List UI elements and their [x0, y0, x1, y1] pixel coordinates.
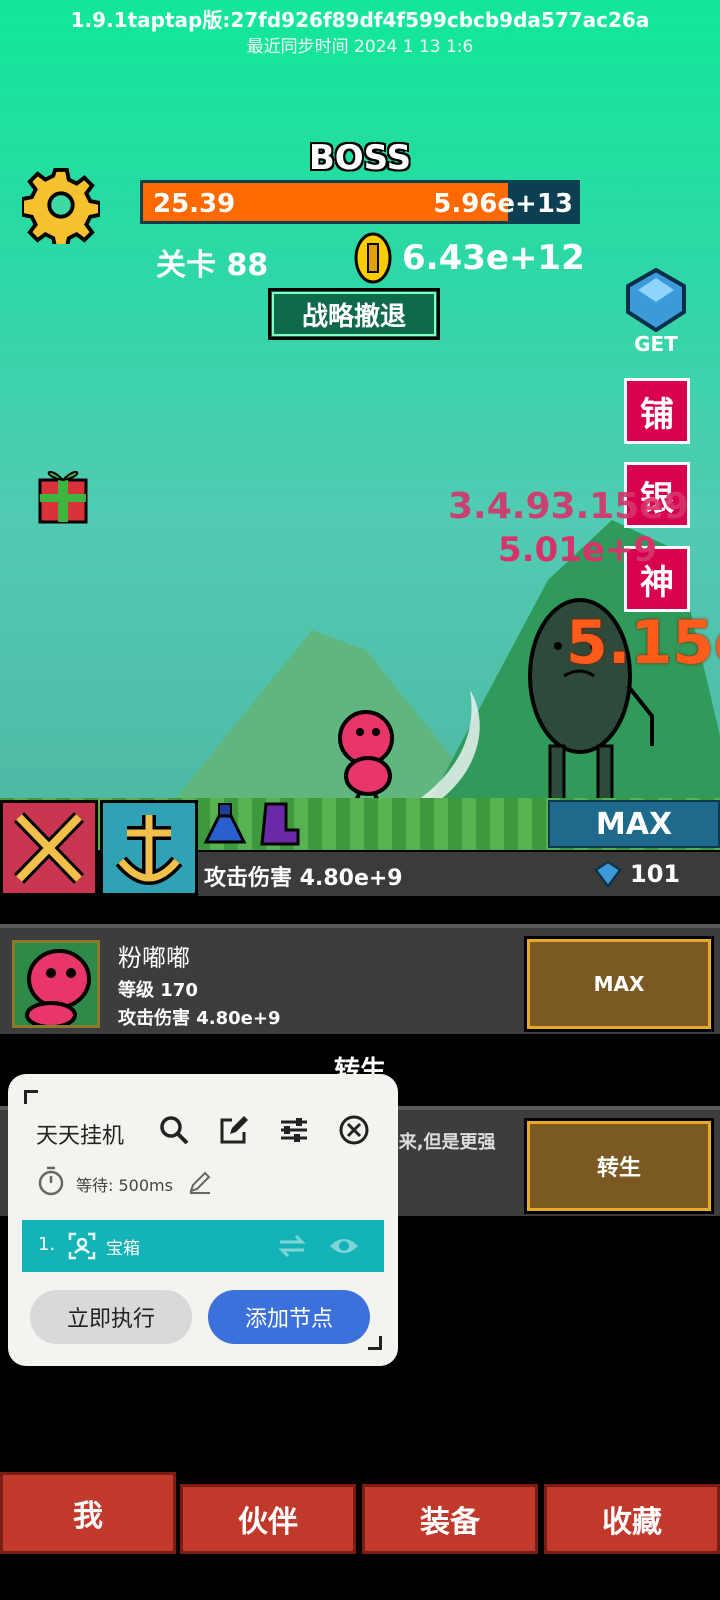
run-now-button[interactable]: 立即执行: [30, 1290, 192, 1344]
node-list-item[interactable]: 1. 宝箱: [22, 1220, 384, 1272]
eye-icon[interactable]: [328, 1232, 360, 1260]
node-index: 1.: [38, 1234, 56, 1255]
tab-equipment[interactable]: 装备: [362, 1484, 538, 1554]
boss-timer-value: 25.39: [153, 189, 236, 219]
damage-number: 3.4.93.15e9: [448, 486, 689, 527]
swap-icon[interactable]: [278, 1234, 306, 1258]
damage-number: 5.01e+9: [498, 530, 658, 570]
automation-panel[interactable]: 天天挂机 等待: 500ms 1. 宝箱 立即执行 添加节点: [8, 1074, 398, 1366]
cross-swords-icon: [13, 812, 85, 884]
timer-icon: [38, 1166, 64, 1196]
stage-label: 关卡 88: [156, 248, 269, 283]
attack-damage-text: 攻击伤害 4.80e+9: [204, 866, 403, 891]
hero-portrait: [12, 940, 100, 1029]
coin-icon: [354, 232, 392, 284]
potion-icon[interactable]: [200, 800, 250, 850]
version-text: 1.9.1taptap版:27fd926f89df4f599cbcb9da577…: [70, 8, 650, 32]
node-label: 宝箱: [106, 1239, 140, 1259]
search-icon[interactable]: [158, 1114, 190, 1146]
sync-time-text: 最近同步时间 2024 1 13 1:6: [246, 37, 474, 57]
hero-avatar-icon: [25, 949, 91, 1029]
side-button-shop[interactable]: 铺: [624, 378, 690, 444]
damage-number-big: 5.15e: [566, 608, 720, 678]
close-icon[interactable]: [338, 1114, 370, 1146]
game-scene[interactable]: 1.9.1taptap版:27fd926f89df4f599cbcb9da577…: [0, 0, 720, 800]
gem-count: 101: [630, 860, 681, 888]
hero-level: 等级 170: [118, 980, 198, 1001]
gem-icon: [594, 860, 622, 888]
tab-me[interactable]: 我: [0, 1472, 176, 1554]
resize-handle-bottom-right[interactable]: [368, 1336, 382, 1350]
wait-duration-text: 等待: 500ms: [76, 1176, 173, 1195]
edit-icon[interactable]: [218, 1114, 250, 1146]
hero-name: 粉嘟嘟: [118, 944, 190, 972]
tab-collection[interactable]: 收藏: [544, 1484, 720, 1554]
hero-upgrade-row: 粉嘟嘟 等级 170 攻击伤害 4.80e+9 MAX: [0, 924, 720, 1034]
filter-icon[interactable]: [278, 1114, 310, 1146]
player-sprite: [338, 710, 394, 800]
image-icon: [68, 1232, 96, 1260]
skill-slash-button[interactable]: [0, 800, 98, 896]
status-strip: 攻击伤害 4.80e+9 101: [198, 852, 720, 896]
pencil-icon[interactable]: [188, 1170, 212, 1194]
retreat-button[interactable]: 战略撤退: [268, 288, 440, 340]
get-gem-button[interactable]: GET: [620, 267, 692, 358]
anchor-icon: [115, 815, 183, 885]
boss-label: BOSS: [308, 138, 412, 178]
gift-icon[interactable]: [34, 462, 92, 526]
coin-value: 6.43e+12: [402, 238, 585, 278]
get-label: GET: [634, 332, 678, 356]
hero-max-button[interactable]: MAX: [524, 936, 714, 1032]
boot-icon[interactable]: [252, 800, 302, 850]
resize-handle-top-left[interactable]: [24, 1090, 38, 1104]
hero-attack: 攻击伤害 4.80e+9: [118, 1008, 281, 1029]
boss-hp-value: 5.96e+13: [433, 189, 573, 219]
panel-title: 天天挂机: [36, 1124, 125, 1149]
gear-icon[interactable]: [22, 166, 100, 244]
gem-icon: [626, 267, 686, 333]
tab-partner[interactable]: 伙伴: [180, 1484, 356, 1554]
rebirth-button[interactable]: 转生: [524, 1118, 714, 1214]
add-node-button[interactable]: 添加节点: [208, 1290, 370, 1344]
skill-anchor-button[interactable]: [100, 800, 198, 896]
boss-hp-bar: 25.39 5.96e+13: [140, 180, 580, 224]
max-upgrade-button[interactable]: MAX: [548, 800, 720, 848]
skill-bar: MAX 攻击伤害 4.80e+9 101: [0, 800, 720, 896]
